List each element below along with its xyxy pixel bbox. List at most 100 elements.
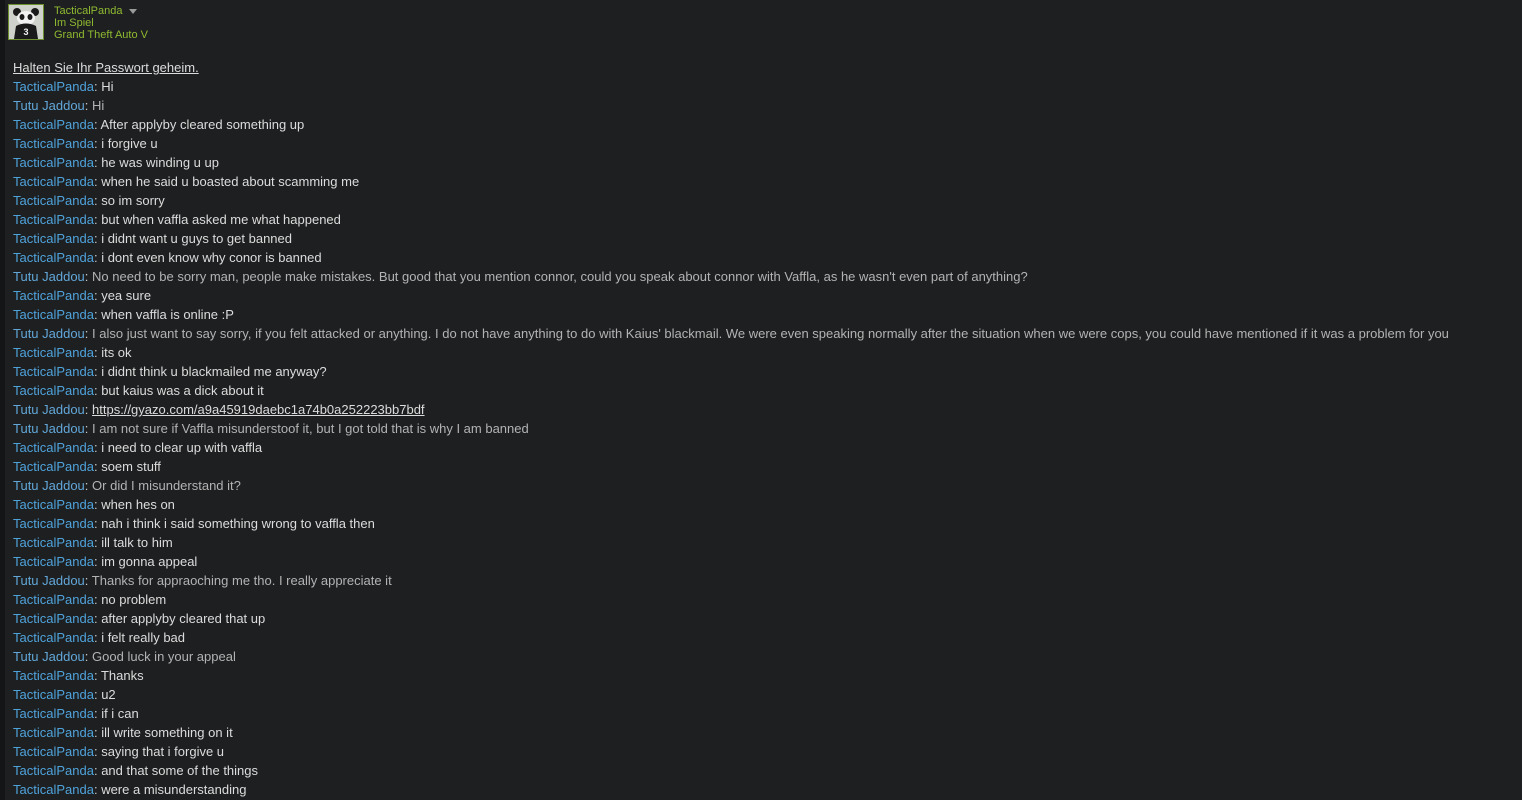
chat-log: Halten Sie Ihr Passwort geheim. Tactical… [13, 58, 1512, 799]
message-text: Good luck in your appeal [92, 649, 236, 664]
message-sender[interactable]: Tutu Jaddou [13, 326, 85, 341]
message-sender[interactable]: TacticalPanda [13, 250, 94, 265]
chat-message: TacticalPanda: nah i think i said someth… [13, 514, 1512, 533]
message-text: I am not sure if Vaffla misunderstoof it… [92, 421, 529, 436]
message-sender[interactable]: TacticalPanda [13, 497, 94, 512]
message-sender[interactable]: TacticalPanda [13, 117, 94, 132]
sender-separator: : [93, 668, 101, 683]
message-sender[interactable]: Tutu Jaddou [13, 402, 85, 417]
message-sender[interactable]: Tutu Jaddou [13, 421, 85, 436]
message-sender[interactable]: TacticalPanda [13, 744, 94, 759]
message-sender[interactable]: TacticalPanda [13, 725, 94, 740]
message-text: when he said u boasted about scamming me [101, 174, 360, 189]
message-sender[interactable]: TacticalPanda [13, 193, 94, 208]
sender-separator: : [84, 649, 93, 664]
chat-message: TacticalPanda: its ok [13, 343, 1512, 362]
caret-down-icon[interactable] [128, 9, 137, 14]
message-sender[interactable]: Tutu Jaddou [13, 478, 85, 493]
message-sender[interactable]: Tutu Jaddou [13, 573, 85, 588]
chat-message: Tutu Jaddou: Hi [13, 96, 1512, 115]
message-sender[interactable]: TacticalPanda [13, 459, 94, 474]
message-sender[interactable]: TacticalPanda [13, 383, 94, 398]
chat-message: TacticalPanda: Hi [13, 77, 1512, 96]
chat-message: TacticalPanda: so im sorry [13, 191, 1512, 210]
chat-message: TacticalPanda: if i can [13, 704, 1512, 723]
message-sender[interactable]: TacticalPanda [13, 364, 94, 379]
message-text: i dont even know why conor is banned [101, 250, 322, 265]
chat-message: TacticalPanda: were a misunderstanding [13, 780, 1512, 799]
window-left-edge [0, 0, 5, 800]
chat-message: TacticalPanda: i need to clear up with v… [13, 438, 1512, 457]
message-text: and that some of the things [101, 763, 259, 778]
sender-separator: : [84, 421, 93, 436]
message-sender[interactable]: TacticalPanda [13, 155, 94, 170]
chat-message: TacticalPanda: ill write something on it [13, 723, 1512, 742]
message-sender[interactable]: Tutu Jaddou [13, 98, 85, 113]
message-sender[interactable]: TacticalPanda [13, 79, 94, 94]
message-sender[interactable]: TacticalPanda [13, 516, 94, 531]
message-text: No need to be sorry man, people make mis… [92, 269, 1028, 284]
message-sender[interactable]: TacticalPanda [13, 231, 94, 246]
message-sender[interactable]: TacticalPanda [13, 592, 94, 607]
message-text: i need to clear up with vaffla [101, 440, 263, 455]
message-sender[interactable]: TacticalPanda [13, 668, 94, 683]
chat-message: TacticalPanda: yea sure [13, 286, 1512, 305]
chat-message: TacticalPanda: no problem [13, 590, 1512, 609]
chat-message: TacticalPanda: and that some of the thin… [13, 761, 1512, 780]
message-sender[interactable]: TacticalPanda [13, 307, 94, 322]
username-row[interactable]: TacticalPanda [54, 5, 148, 17]
message-text: yea sure [101, 288, 152, 303]
chat-message: TacticalPanda: i didnt want u guys to ge… [13, 229, 1512, 248]
message-text: ill write something on it [101, 725, 233, 740]
chat-message: TacticalPanda: when he said u boasted ab… [13, 172, 1512, 191]
message-sender[interactable]: TacticalPanda [13, 345, 94, 360]
sender-separator: : [84, 326, 93, 341]
chat-message: TacticalPanda: Thanks [13, 666, 1512, 685]
message-sender[interactable]: TacticalPanda [13, 136, 94, 151]
message-text: ill talk to him [101, 535, 173, 550]
message-text: if i can [101, 706, 139, 721]
message-sender[interactable]: TacticalPanda [13, 763, 94, 778]
message-text: i didnt want u guys to get banned [101, 231, 292, 246]
message-sender[interactable]: TacticalPanda [13, 611, 94, 626]
message-sender[interactable]: Tutu Jaddou [13, 269, 85, 284]
username[interactable]: TacticalPanda [54, 5, 123, 17]
chat-message: TacticalPanda: i felt really bad [13, 628, 1512, 647]
chat-message: Tutu Jaddou: No need to be sorry man, pe… [13, 267, 1512, 286]
sender-separator: : [84, 402, 93, 417]
chat-message: Tutu Jaddou: Or did I misunderstand it? [13, 476, 1512, 495]
message-text: but when vaffla asked me what happened [101, 212, 341, 227]
message-text: he was winding u up [101, 155, 219, 170]
message-sender[interactable]: TacticalPanda [13, 630, 94, 645]
message-sender[interactable]: TacticalPanda [13, 782, 94, 797]
message-text: when hes on [101, 497, 175, 512]
message-sender[interactable]: Tutu Jaddou [13, 649, 85, 664]
chat-message: TacticalPanda: i forgive u [13, 134, 1512, 153]
security-notice: Halten Sie Ihr Passwort geheim. [13, 60, 199, 75]
message-sender[interactable]: TacticalPanda [13, 288, 94, 303]
message-sender[interactable]: TacticalPanda [13, 212, 94, 227]
panda-avatar-graphic: 3 [9, 5, 43, 39]
message-sender[interactable]: TacticalPanda [13, 554, 94, 569]
chat-message: TacticalPanda: saying that i forgive u [13, 742, 1512, 761]
message-link[interactable]: https://gyazo.com/a9a45919daebc1a74b0a25… [92, 402, 425, 417]
message-sender[interactable]: TacticalPanda [13, 535, 94, 550]
message-sender[interactable]: TacticalPanda [13, 440, 94, 455]
panda-avatar-icon[interactable]: 3 [8, 4, 44, 40]
user-info: TacticalPanda Im Spiel Grand Theft Auto … [54, 5, 148, 41]
message-text: Thanks for appraoching me tho. I really … [91, 573, 392, 588]
chat-message: TacticalPanda: i dont even know why cono… [13, 248, 1512, 267]
chat-message: Tutu Jaddou: https://gyazo.com/a9a45919d… [13, 400, 1512, 419]
message-text: no problem [101, 592, 167, 607]
chat-message: Tutu Jaddou: Good luck in your appeal [13, 647, 1512, 666]
sender-separator: : [84, 98, 93, 113]
sender-separator: : [84, 269, 93, 284]
current-game: Grand Theft Auto V [54, 29, 148, 41]
chat-message: TacticalPanda: After applyby cleared som… [13, 115, 1512, 134]
message-sender[interactable]: TacticalPanda [13, 706, 94, 721]
message-text: Thanks [100, 668, 144, 683]
chat-message: TacticalPanda: when vaffla is online :P [13, 305, 1512, 324]
chat-message: TacticalPanda: but when vaffla asked me … [13, 210, 1512, 229]
message-sender[interactable]: TacticalPanda [13, 687, 94, 702]
message-sender[interactable]: TacticalPanda [13, 174, 94, 189]
